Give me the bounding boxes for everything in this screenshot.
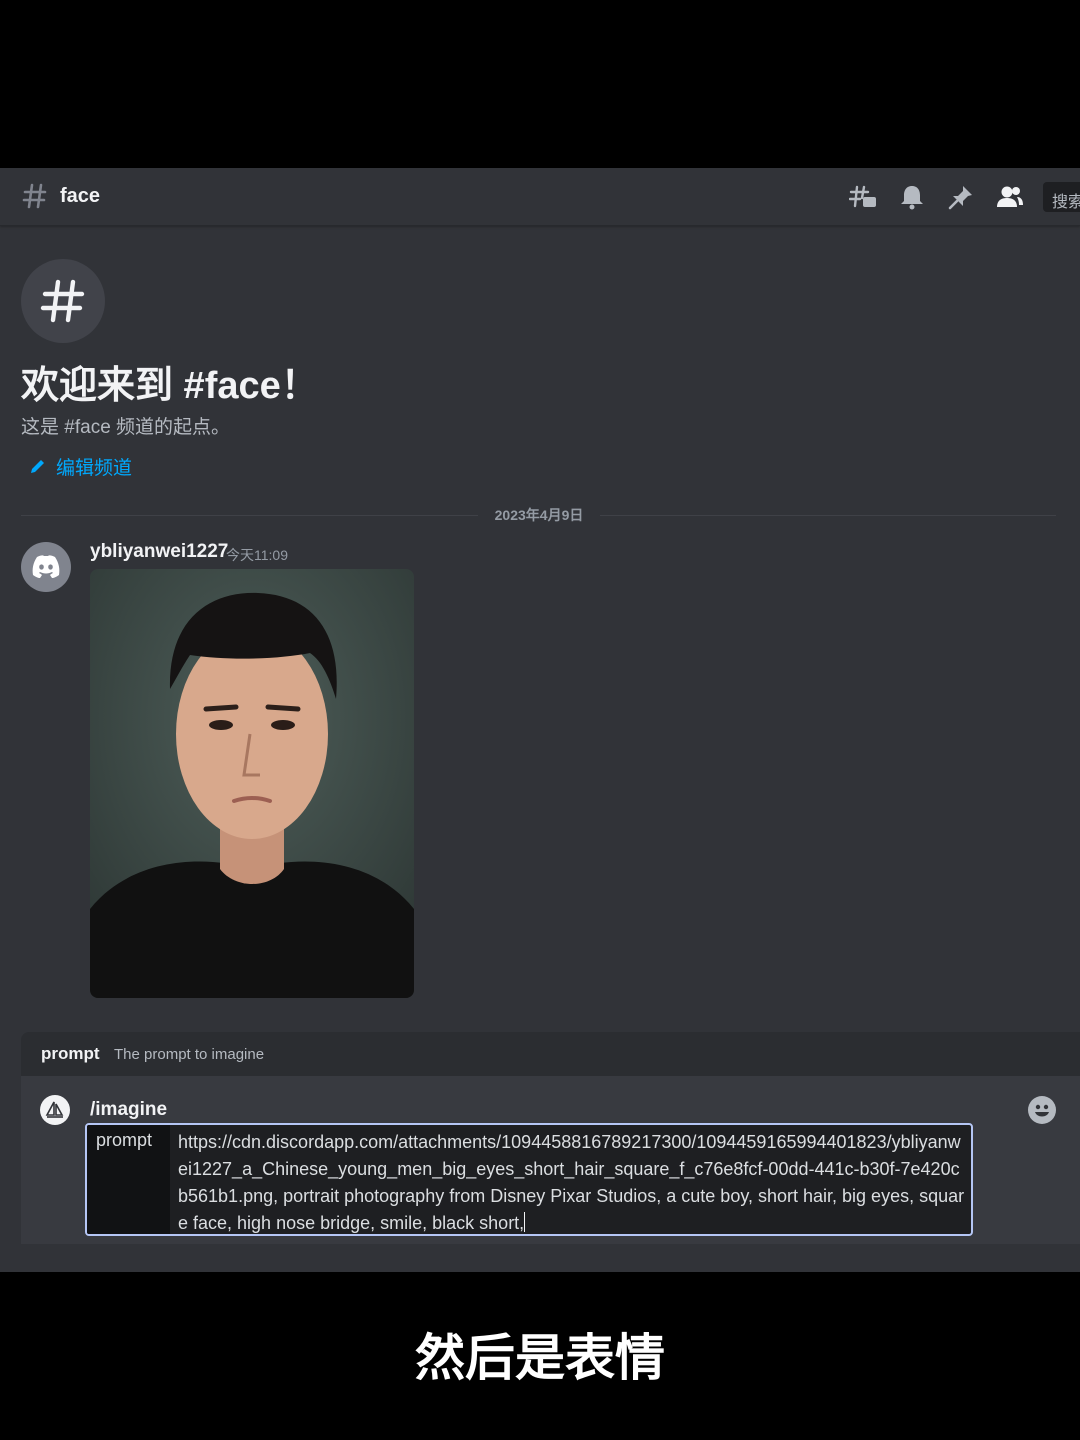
message-username[interactable]: ybliyanwei1227 xyxy=(90,541,228,563)
avatar[interactable] xyxy=(21,542,71,592)
slash-command-name: /imagine xyxy=(90,1099,168,1120)
option-hint-description: The prompt to imagine xyxy=(114,1046,265,1063)
message-timestamp: 今天11:09 xyxy=(226,547,288,563)
prompt-option-value[interactable]: https://cdn.discordapp.com/attachments/1… xyxy=(178,1129,968,1234)
attached-portrait-image[interactable] xyxy=(90,569,414,998)
members-icon[interactable] xyxy=(996,184,1024,210)
pencil-icon xyxy=(31,459,44,473)
text-caret xyxy=(524,1212,526,1232)
welcome-title: 欢迎来到 #face！ xyxy=(21,365,319,407)
edit-channel-label: 编辑频道 xyxy=(56,458,133,479)
threads-icon[interactable] xyxy=(849,184,877,210)
prompt-text: https://cdn.discordapp.com/attachments/1… xyxy=(178,1132,965,1233)
option-hint-name: prompt xyxy=(41,1044,100,1063)
hashtag-icon xyxy=(22,183,47,209)
video-caption: 然后是表情 xyxy=(415,1330,665,1386)
option-hint-bar: prompt The prompt to imagine xyxy=(21,1032,1080,1076)
emoji-button[interactable] xyxy=(1028,1096,1056,1124)
sailboat-icon xyxy=(45,1101,64,1118)
bell-icon[interactable] xyxy=(898,184,926,210)
hashtag-icon xyxy=(40,279,85,323)
search-input[interactable]: 搜索 xyxy=(1043,182,1080,212)
prompt-option-label: prompt xyxy=(87,1125,170,1234)
prompt-option-input[interactable]: prompt https://cdn.discordapp.com/attach… xyxy=(85,1123,973,1236)
channel-header: face 搜索 xyxy=(0,168,1080,226)
message-composer: /imagine prompt https://cdn.discordapp.c… xyxy=(21,1076,1080,1244)
midjourney-bot-icon xyxy=(40,1095,70,1125)
discord-logo-icon xyxy=(32,555,60,578)
discord-window: face 搜索 欢迎来到 #face！ 这是 #face 频道的起点。 编辑频道… xyxy=(0,168,1080,1272)
pin-icon[interactable] xyxy=(947,184,975,210)
smile-emoji-icon xyxy=(1035,1104,1049,1117)
channel-hash-badge xyxy=(21,259,105,343)
welcome-subtitle: 这是 #face 频道的起点。 xyxy=(21,417,231,438)
date-divider-label: 2023年4月9日 xyxy=(478,505,600,525)
channel-title: face xyxy=(60,185,101,207)
edit-channel-link[interactable]: 编辑频道 xyxy=(28,453,132,480)
